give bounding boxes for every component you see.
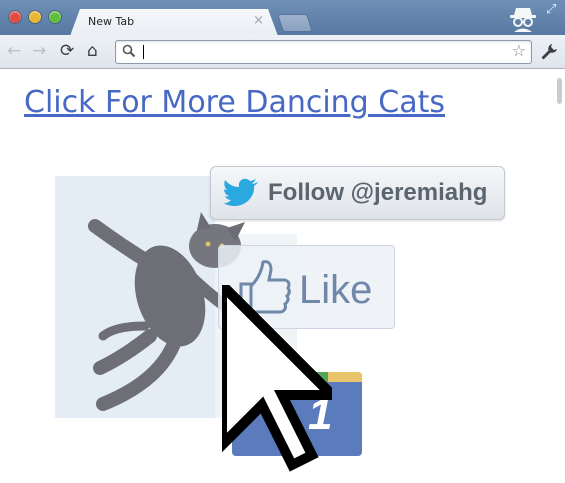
bookmark-star-icon[interactable]: ☆ bbox=[512, 41, 526, 60]
plusone-count: 1 bbox=[308, 390, 333, 439]
google-plus-one-button[interactable]: 1 bbox=[232, 372, 362, 456]
reload-icon[interactable]: ⟳ bbox=[60, 41, 74, 61]
browser-toolbar: ← → ⟳ ⌂ ☆ bbox=[0, 35, 565, 69]
tab-title: New Tab bbox=[88, 15, 135, 28]
forward-icon[interactable]: → bbox=[32, 41, 46, 61]
plusone-color-strip bbox=[232, 372, 362, 382]
twitter-bird-icon bbox=[223, 178, 258, 206]
like-label: Like bbox=[299, 268, 373, 312]
fullscreen-icon[interactable]: ⤢ bbox=[546, 2, 556, 17]
address-input[interactable] bbox=[140, 43, 500, 61]
address-bar[interactable]: ☆ bbox=[115, 40, 532, 64]
tab-close-icon[interactable]: × bbox=[253, 13, 264, 28]
minimize-window-button[interactable] bbox=[29, 11, 41, 23]
tab-new-tab[interactable]: New Tab × bbox=[70, 9, 278, 36]
facebook-like-button[interactable]: Like bbox=[218, 245, 395, 329]
back-icon[interactable]: ← bbox=[7, 41, 21, 61]
new-tab-button[interactable] bbox=[277, 14, 313, 32]
incognito-icon bbox=[508, 6, 538, 36]
text-caret bbox=[143, 45, 144, 59]
vertical-scrollbar[interactable] bbox=[557, 78, 562, 104]
wrench-icon[interactable] bbox=[540, 43, 558, 61]
search-icon bbox=[122, 44, 136, 58]
thumbs-up-icon bbox=[239, 260, 291, 316]
home-icon[interactable]: ⌂ bbox=[87, 41, 98, 61]
twitter-follow-button[interactable]: Follow @jeremiahg bbox=[210, 166, 505, 220]
close-window-button[interactable] bbox=[9, 11, 21, 23]
zoom-window-button[interactable] bbox=[49, 11, 61, 23]
dancing-cats-link[interactable]: Click For More Dancing Cats bbox=[24, 85, 445, 120]
twitter-follow-label: Follow @jeremiahg bbox=[268, 179, 488, 206]
title-bar: New Tab × ⤢ bbox=[0, 0, 565, 36]
plusone-color-strip-green bbox=[304, 372, 328, 382]
